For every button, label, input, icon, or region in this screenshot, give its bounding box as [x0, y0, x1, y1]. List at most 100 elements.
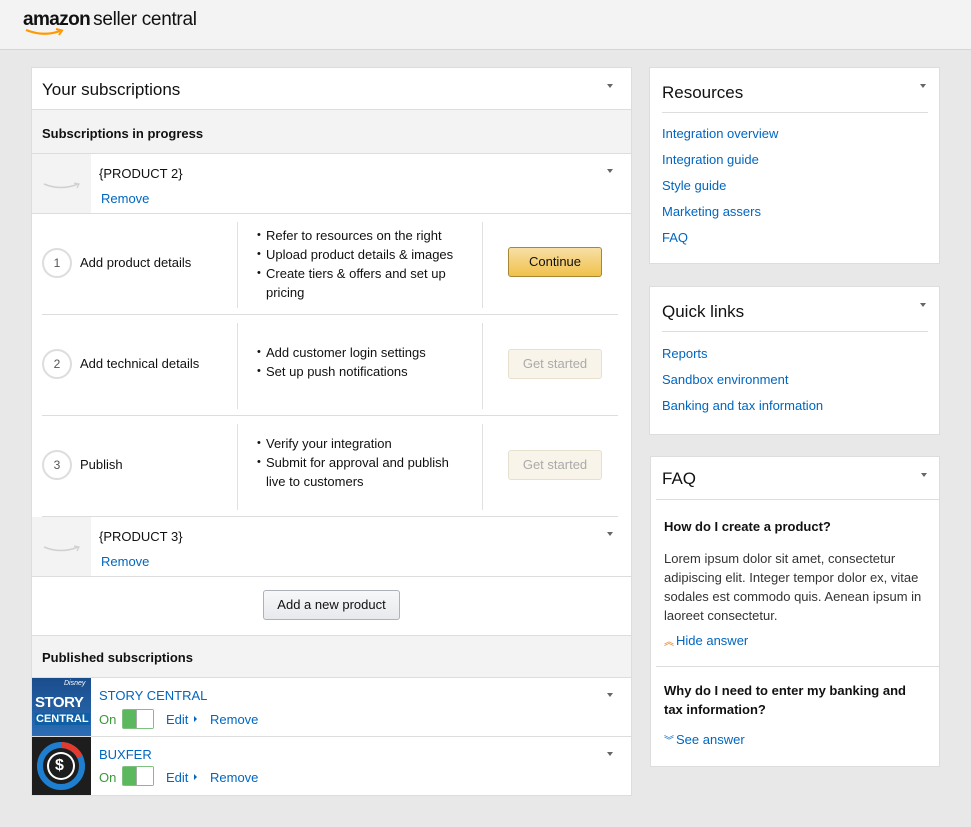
chevron-down-icon: ︾ [664, 736, 674, 747]
divider [662, 331, 928, 332]
amazon-seller-central-logo[interactable]: amazon seller central [23, 9, 197, 39]
remove-link[interactable]: Remove [210, 770, 258, 785]
status-label: On [99, 712, 117, 727]
product-placeholder-thumb [32, 517, 91, 576]
in-progress-band: Subscriptions in progress [32, 110, 631, 154]
logo-line-1: STORY [35, 694, 84, 711]
in-progress-label: Subscriptions in progress [42, 126, 204, 141]
step-label: Add technical details [80, 356, 200, 371]
status-label: On [99, 770, 117, 785]
logo-word: amazon [23, 9, 91, 30]
divider [656, 666, 940, 667]
step-bullets: Verify your integration Submit for appro… [257, 434, 467, 491]
collapse-caret-icon[interactable] [920, 84, 926, 88]
quick-links-title: Quick links [662, 302, 745, 321]
collapse-caret-icon[interactable] [607, 84, 613, 88]
toggle-knob [136, 767, 153, 785]
story-central-logo: Disney STORY CENTRAL [32, 678, 91, 736]
subscription-name-link[interactable]: BUXFER [99, 747, 152, 762]
faq-question: How do I create a product? [664, 519, 831, 534]
step-bullets: Refer to resources on the right Upload p… [257, 226, 467, 302]
quick-link-banking-tax[interactable]: Banking and tax information [662, 398, 823, 413]
product-name: {PRODUCT 3} [99, 529, 183, 544]
quick-links-card: Quick links Reports Sandbox environment … [649, 286, 940, 435]
edit-arrow-icon [194, 774, 197, 780]
collapse-caret-icon[interactable] [920, 303, 926, 307]
published-label: Published subscriptions [42, 650, 193, 665]
step-label: Publish [80, 457, 123, 472]
bullet-item: Submit for approval and publish live to … [257, 453, 467, 491]
bullet-item: Verify your integration [257, 434, 467, 453]
faq-answer: Lorem ipsum dolor sit amet, consectetur … [664, 551, 922, 623]
add-new-product-button[interactable]: Add a new product [263, 590, 400, 620]
product-placeholder-thumb [32, 154, 91, 213]
continue-button[interactable]: Continue [508, 247, 602, 277]
amazon-smile-placeholder-icon [43, 182, 80, 189]
divider [237, 424, 238, 510]
resource-link-marketing-assets[interactable]: Marketing assers [662, 204, 761, 219]
product-name: {PRODUCT 2} [99, 166, 183, 181]
divider [237, 323, 238, 409]
step-number: 3 [42, 450, 72, 480]
published-band: Published subscriptions [32, 635, 631, 678]
divider [656, 499, 940, 500]
amazon-smile-icon [25, 28, 64, 36]
edit-link[interactable]: Edit [166, 770, 188, 785]
bullet-item: Add customer login settings [257, 343, 467, 362]
collapse-caret-icon[interactable] [921, 473, 927, 477]
remove-link[interactable]: Remove [210, 712, 258, 727]
resource-link-style-guide[interactable]: Style guide [662, 178, 726, 193]
divider [482, 323, 483, 409]
quick-link-reports[interactable]: Reports [662, 346, 708, 361]
expand-caret-icon[interactable] [607, 752, 613, 756]
resources-title: Resources [662, 83, 744, 102]
resource-link-faq[interactable]: FAQ [662, 230, 688, 245]
expand-caret-icon[interactable] [607, 169, 613, 173]
published-row: $ BUXFER On Edit Remove [32, 737, 631, 796]
resource-link-integration-overview[interactable]: Integration overview [662, 126, 778, 141]
divider [482, 424, 483, 510]
subscription-name-link[interactable]: STORY CENTRAL [99, 688, 207, 703]
step-bullets: Add customer login settings Set up push … [257, 343, 467, 381]
bullet-item: Set up push notifications [257, 362, 467, 381]
subscriptions-header: Your subscriptions [32, 68, 631, 110]
expand-caret-icon[interactable] [607, 532, 613, 536]
toggle-knob [136, 710, 153, 728]
subscriptions-card: Your subscriptions Subscriptions in prog… [31, 67, 632, 796]
bullet-item: Refer to resources on the right [257, 226, 467, 245]
bullet-item: Create tiers & offers and set up pricing [257, 264, 467, 302]
publish-toggle[interactable] [122, 766, 154, 786]
faq-title: FAQ [662, 469, 697, 488]
logo-line-2: CENTRAL [35, 713, 90, 725]
remove-link[interactable]: Remove [101, 554, 149, 569]
step-label: Add product details [80, 255, 192, 270]
see-answer-toggle[interactable]: ︾ See answer [664, 732, 745, 747]
chevron-up-icon: ︽ [664, 637, 674, 648]
edit-arrow-icon [194, 716, 197, 722]
bullet-item: Upload product details & images [257, 245, 467, 264]
remove-link[interactable]: Remove [101, 191, 149, 206]
faq-question: Why do I need to enter my banking and ta… [664, 683, 906, 717]
subscriptions-title: Your subscriptions [42, 80, 181, 99]
divider [482, 222, 483, 308]
toggle-label: Hide answer [676, 633, 749, 648]
faq-card: FAQ How do I create a product? Lorem ips… [650, 456, 940, 767]
divider [237, 222, 238, 308]
toggle-label: See answer [676, 732, 745, 747]
step-row-1: 1 Add product details Refer to resources… [42, 214, 618, 315]
get-started-button[interactable]: Get started [508, 450, 602, 480]
expand-caret-icon[interactable] [607, 693, 613, 697]
edit-link[interactable]: Edit [166, 712, 188, 727]
product-row: {PRODUCT 2} Remove [32, 154, 631, 214]
product-row: {PRODUCT 3} Remove [32, 517, 631, 577]
buxfer-logo: $ [32, 737, 91, 795]
amazon-smile-placeholder-icon [43, 545, 80, 552]
publish-toggle[interactable] [122, 709, 154, 729]
published-row: Disney STORY CENTRAL STORY CENTRAL On Ed… [32, 678, 631, 737]
quick-link-sandbox[interactable]: Sandbox environment [662, 372, 788, 387]
resource-link-integration-guide[interactable]: Integration guide [662, 152, 759, 167]
resources-card: Resources Integration overview Integrati… [649, 67, 940, 264]
hide-answer-toggle[interactable]: ︽ Hide answer [664, 633, 748, 648]
top-bar: amazon seller central [0, 0, 971, 50]
get-started-button[interactable]: Get started [508, 349, 602, 379]
